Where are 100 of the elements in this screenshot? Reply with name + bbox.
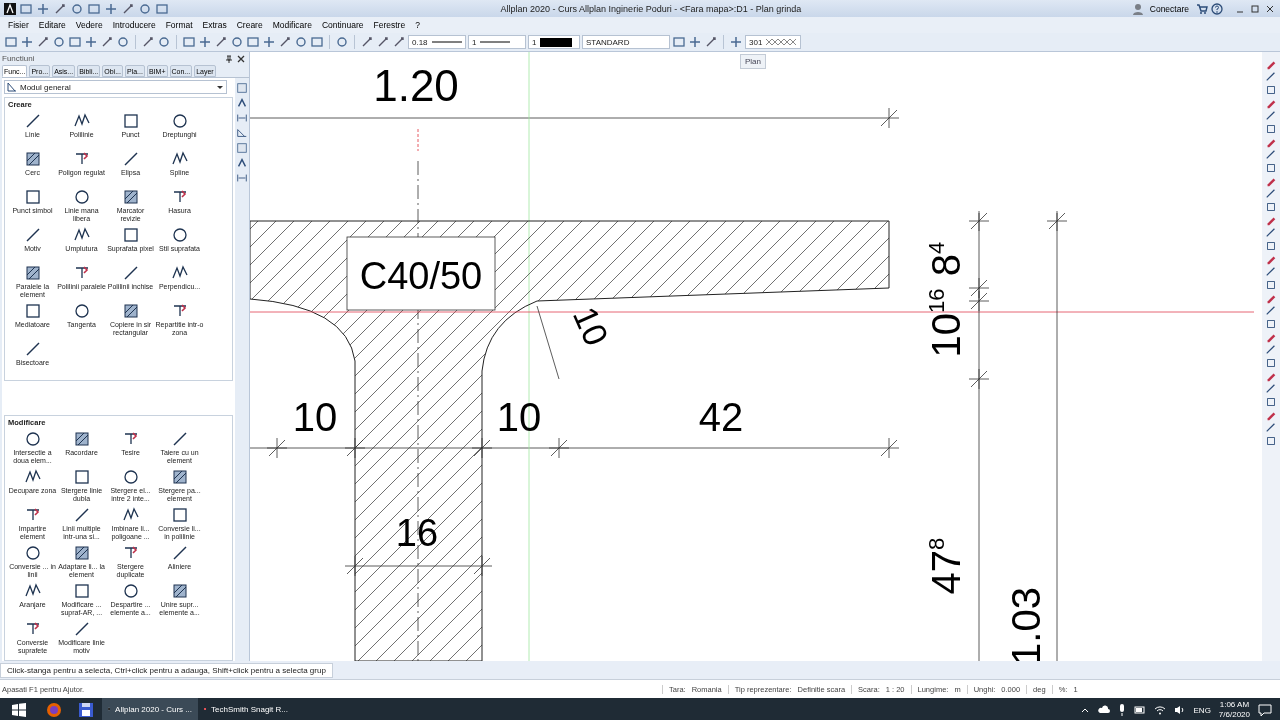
cloud-icon[interactable] [1097,705,1110,715]
draw-tool-icon[interactable] [1265,97,1277,109]
draw-tool-icon[interactable] [1265,305,1277,317]
toolbar-icon[interactable] [392,35,406,49]
line-type-dropdown[interactable]: 1 [468,35,526,49]
menu-item[interactable]: Creare [232,20,267,30]
draw-tool-icon[interactable] [1265,422,1277,434]
toolbar-icon[interactable] [138,1,152,16]
draw-tool-icon[interactable] [1265,279,1277,291]
menu-item[interactable]: Modificare [268,20,316,30]
toolbar-icon[interactable] [104,1,118,16]
drawing-file-dropdown[interactable]: 301 [745,35,801,49]
menu-item[interactable]: Editare [34,20,70,30]
help-icon[interactable] [1211,2,1223,15]
menu-item[interactable]: Vedere [71,20,107,30]
pen-thickness-dropdown[interactable]: 0.18 [408,35,466,49]
side-tool-icon[interactable] [236,157,248,169]
battery-icon[interactable] [1133,705,1146,715]
caret-icon[interactable] [217,85,223,89]
toolbar-icon[interactable] [182,35,196,49]
toolbar-icon[interactable] [230,35,244,49]
toolbar-icon[interactable] [246,35,260,49]
toolbar-icon[interactable] [155,1,169,16]
notification-icon[interactable] [1258,703,1272,717]
toolbar-icon[interactable] [70,1,84,16]
sign-in-link[interactable]: Conectare [1145,3,1193,14]
draw-tool-icon[interactable] [1265,227,1277,239]
color-dropdown[interactable]: 1 [528,35,580,49]
side-tool-icon[interactable] [236,112,248,124]
toolbar-icon[interactable] [335,35,349,49]
toolbar-icon[interactable] [198,35,212,49]
toolbar-icon[interactable] [53,1,67,16]
draw-tool-icon[interactable] [1265,240,1277,252]
toolbar-icon[interactable] [121,1,135,16]
toolbar-icon[interactable] [729,35,743,49]
draw-tool-icon[interactable] [1265,162,1277,174]
browser-icon[interactable] [46,702,62,718]
draw-tool-icon[interactable] [1265,292,1277,304]
draw-tool-icon[interactable] [1265,318,1277,330]
draw-tool-icon[interactable] [1265,344,1277,356]
draw-tool-icon[interactable] [1265,201,1277,213]
menu-item[interactable]: Continuare [317,20,368,30]
taskbar-button[interactable]: Allplan 2020 - Curs ... [102,698,198,720]
menu-item[interactable]: Introducere [108,20,160,30]
close-icon[interactable] [237,54,245,63]
menu-item[interactable]: Fisier [4,20,33,30]
layer-dropdown[interactable]: STANDARD [582,35,670,49]
toolbar-icon[interactable] [87,1,101,16]
draw-tool-icon[interactable] [1265,71,1277,83]
toolbar-icon[interactable] [294,35,308,49]
toolbar-icon[interactable] [704,35,718,49]
draw-tool-icon[interactable] [1265,84,1277,96]
taskbar-button[interactable]: TechSmith Snagit R... [198,698,294,720]
draw-tool-icon[interactable] [1265,58,1277,70]
cart-icon[interactable] [1196,2,1208,15]
draw-tool-icon[interactable] [1265,123,1277,135]
start-icon[interactable] [12,703,26,717]
toolbar-icon[interactable] [84,35,98,49]
menu-item[interactable]: Extras [198,20,231,30]
toolbar-icon[interactable] [214,35,228,49]
draw-tool-icon[interactable] [1265,409,1277,421]
maximize-icon[interactable] [1249,2,1261,15]
toolbar-icon[interactable] [52,35,66,49]
toolbar-icon[interactable] [36,35,50,49]
speaker-icon[interactable] [1173,705,1186,715]
draw-tool-icon[interactable] [1265,331,1277,343]
draw-tool-icon[interactable] [1265,396,1277,408]
toolbar-icon[interactable] [376,35,390,49]
draw-tool-icon[interactable] [1265,435,1277,447]
toolbar-icon[interactable] [68,35,82,49]
toolbar-icon[interactable] [310,35,324,49]
toolbar-icon[interactable] [116,35,130,49]
menu-item[interactable]: Ferestre [369,20,410,30]
toolbar-icon[interactable] [262,35,276,49]
module-dropdown[interactable]: Modul general [4,80,227,94]
draw-tool-icon[interactable] [1265,136,1277,148]
menu-item[interactable]: Format [161,20,197,30]
draw-tool-icon[interactable] [1265,214,1277,226]
draw-tool-icon[interactable] [1265,383,1277,395]
toolbar-icon[interactable] [20,35,34,49]
wifi-icon[interactable] [1153,705,1166,715]
toolbar-icon[interactable] [36,1,50,16]
draw-tool-icon[interactable] [1265,110,1277,122]
draw-tool-icon[interactable] [1265,188,1277,200]
side-tool-icon[interactable] [236,172,248,184]
draw-tool-icon[interactable] [1265,357,1277,369]
toolbar-icon[interactable] [360,35,374,49]
draw-tool-icon[interactable] [1265,175,1277,187]
side-tool-icon[interactable] [236,127,248,139]
microphone-icon[interactable] [1117,704,1126,716]
toolbar-icon[interactable] [688,35,702,49]
toolbar-icon[interactable] [100,35,114,49]
toolbar-icon[interactable] [141,35,155,49]
toolbar-icon[interactable] [4,35,18,49]
draw-tool-icon[interactable] [1265,149,1277,161]
draw-tool-icon[interactable] [1265,370,1277,382]
language-indicator[interactable]: ENG [1193,705,1211,715]
pin-icon[interactable] [225,54,233,63]
side-tool-icon[interactable] [236,97,248,109]
toolbar-icon[interactable] [672,35,686,49]
